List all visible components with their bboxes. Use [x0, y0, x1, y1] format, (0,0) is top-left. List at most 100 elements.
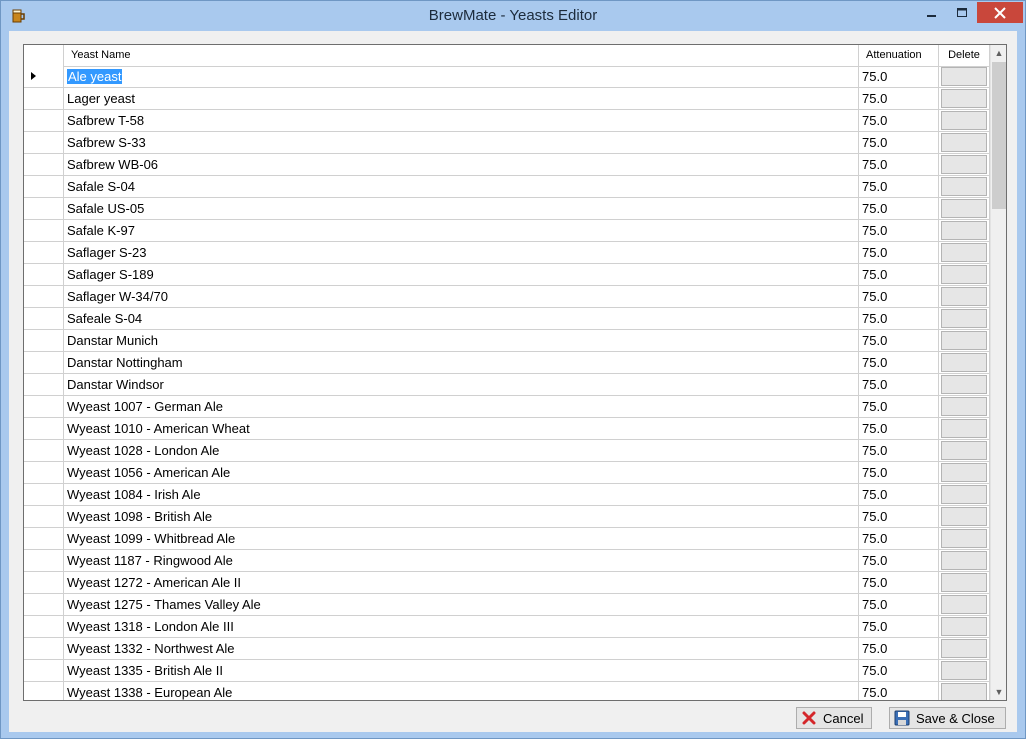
table-row[interactable]: Wyeast 1010 - American Wheat 75.0: [24, 418, 990, 440]
delete-row-button[interactable]: [941, 397, 987, 416]
scroll-down-arrow-icon[interactable]: ▼: [991, 684, 1006, 700]
yeast-name-cell[interactable]: Danstar Munich: [64, 330, 859, 351]
table-row[interactable]: Wyeast 1007 - German Ale 75.0: [24, 396, 990, 418]
table-row[interactable]: Wyeast 1275 - Thames Valley Ale 75.0: [24, 594, 990, 616]
table-row[interactable]: Danstar Munich 75.0: [24, 330, 990, 352]
table-row[interactable]: Safale US-05 75.0: [24, 198, 990, 220]
row-selector[interactable]: [24, 418, 64, 439]
yeast-name-cell[interactable]: Saflager S-23: [64, 242, 859, 263]
table-row[interactable]: Safbrew WB-06 75.0: [24, 154, 990, 176]
yeast-name-cell[interactable]: Wyeast 1099 - Whitbread Ale: [64, 528, 859, 549]
table-row[interactable]: Wyeast 1098 - British Ale 75.0: [24, 506, 990, 528]
yeast-name-cell[interactable]: Wyeast 1187 - Ringwood Ale: [64, 550, 859, 571]
yeast-name-cell[interactable]: Safbrew WB-06: [64, 154, 859, 175]
attenuation-cell[interactable]: 75.0: [859, 132, 939, 153]
close-button[interactable]: [977, 2, 1023, 23]
row-selector[interactable]: [24, 572, 64, 593]
yeast-name-cell[interactable]: Wyeast 1338 - European Ale: [64, 682, 859, 700]
attenuation-cell[interactable]: 75.0: [859, 418, 939, 439]
delete-row-button[interactable]: [941, 133, 987, 152]
table-row[interactable]: Safeale S-04 75.0: [24, 308, 990, 330]
yeast-name-cell[interactable]: Saflager S-189: [64, 264, 859, 285]
attenuation-cell[interactable]: 75.0: [859, 484, 939, 505]
table-row[interactable]: Saflager W-34/70 75.0: [24, 286, 990, 308]
delete-row-button[interactable]: [941, 309, 987, 328]
attenuation-cell[interactable]: 75.0: [859, 660, 939, 681]
delete-row-button[interactable]: [941, 177, 987, 196]
attenuation-cell[interactable]: 75.0: [859, 286, 939, 307]
yeast-name-cell[interactable]: Wyeast 1332 - Northwest Ale: [64, 638, 859, 659]
row-selector[interactable]: [24, 198, 64, 219]
table-row[interactable]: Wyeast 1187 - Ringwood Ale 75.0: [24, 550, 990, 572]
attenuation-cell[interactable]: 75.0: [859, 682, 939, 700]
yeast-name-cell[interactable]: Wyeast 1318 - London Ale III: [64, 616, 859, 637]
delete-row-button[interactable]: [941, 221, 987, 240]
yeast-name-cell[interactable]: Wyeast 1084 - Irish Ale: [64, 484, 859, 505]
attenuation-cell[interactable]: 75.0: [859, 264, 939, 285]
table-row[interactable]: Wyeast 1338 - European Ale 75.0: [24, 682, 990, 700]
table-row[interactable]: Wyeast 1318 - London Ale III 75.0: [24, 616, 990, 638]
attenuation-cell[interactable]: 75.0: [859, 572, 939, 593]
row-selector[interactable]: [24, 462, 64, 483]
yeast-name-cell[interactable]: Safbrew S-33: [64, 132, 859, 153]
delete-row-button[interactable]: [941, 617, 987, 636]
row-selector[interactable]: [24, 638, 64, 659]
attenuation-cell[interactable]: 75.0: [859, 528, 939, 549]
row-selector[interactable]: [24, 396, 64, 417]
table-row[interactable]: Safale S-04 75.0: [24, 176, 990, 198]
delete-row-button[interactable]: [941, 683, 987, 700]
yeast-name-cell[interactable]: Ale yeast: [64, 66, 859, 87]
yeast-name-cell[interactable]: Wyeast 1010 - American Wheat: [64, 418, 859, 439]
delete-row-button[interactable]: [941, 287, 987, 306]
vertical-scrollbar[interactable]: ▲ ▼: [990, 45, 1006, 700]
delete-row-button[interactable]: [941, 265, 987, 284]
delete-row-button[interactable]: [941, 419, 987, 438]
table-row[interactable]: Wyeast 1332 - Northwest Ale 75.0: [24, 638, 990, 660]
attenuation-cell[interactable]: 75.0: [859, 638, 939, 659]
row-selector[interactable]: [24, 440, 64, 461]
table-row[interactable]: Safbrew S-33 75.0: [24, 132, 990, 154]
row-selector[interactable]: [24, 374, 64, 395]
attenuation-cell[interactable]: 75.0: [859, 110, 939, 131]
row-selector[interactable]: [24, 66, 64, 87]
table-row[interactable]: Wyeast 1056 - American Ale 75.0: [24, 462, 990, 484]
attenuation-cell[interactable]: 75.0: [859, 440, 939, 461]
row-selector[interactable]: [24, 550, 64, 571]
attenuation-cell[interactable]: 75.0: [859, 594, 939, 615]
delete-row-button[interactable]: [941, 485, 987, 504]
table-row[interactable]: Wyeast 1272 - American Ale II 75.0: [24, 572, 990, 594]
yeast-name-cell[interactable]: Safbrew T-58: [64, 110, 859, 131]
delete-row-button[interactable]: [941, 551, 987, 570]
attenuation-cell[interactable]: 75.0: [859, 220, 939, 241]
table-row[interactable]: Safale K-97 75.0: [24, 220, 990, 242]
cancel-button[interactable]: Cancel: [796, 707, 872, 729]
attenuation-cell[interactable]: 75.0: [859, 176, 939, 197]
attenuation-cell[interactable]: 75.0: [859, 506, 939, 527]
row-selector[interactable]: [24, 484, 64, 505]
table-row[interactable]: Wyeast 1335 - British Ale II 75.0: [24, 660, 990, 682]
row-selector[interactable]: [24, 110, 64, 131]
row-selector[interactable]: [24, 352, 64, 373]
maximize-button[interactable]: [947, 2, 977, 24]
row-selector[interactable]: [24, 242, 64, 263]
table-row[interactable]: Lager yeast 75.0: [24, 88, 990, 110]
row-selector[interactable]: [24, 154, 64, 175]
table-row[interactable]: Saflager S-189 75.0: [24, 264, 990, 286]
yeast-name-cell[interactable]: Danstar Nottingham: [64, 352, 859, 373]
delete-row-button[interactable]: [941, 155, 987, 174]
row-selector[interactable]: [24, 176, 64, 197]
save-close-button[interactable]: Save & Close: [889, 707, 1006, 729]
delete-row-button[interactable]: [941, 375, 987, 394]
row-selector[interactable]: [24, 220, 64, 241]
attenuation-cell[interactable]: 75.0: [859, 330, 939, 351]
yeast-name-cell[interactable]: Safale S-04: [64, 176, 859, 197]
yeast-name-cell[interactable]: Safeale S-04: [64, 308, 859, 329]
delete-row-button[interactable]: [941, 441, 987, 460]
yeast-name-cell[interactable]: Danstar Windsor: [64, 374, 859, 395]
row-selector[interactable]: [24, 506, 64, 527]
yeast-name-cell[interactable]: Wyeast 1028 - London Ale: [64, 440, 859, 461]
delete-row-button[interactable]: [941, 353, 987, 372]
yeast-name-cell[interactable]: Safale US-05: [64, 198, 859, 219]
yeast-name-cell[interactable]: Wyeast 1056 - American Ale: [64, 462, 859, 483]
yeast-name-cell[interactable]: Wyeast 1275 - Thames Valley Ale: [64, 594, 859, 615]
